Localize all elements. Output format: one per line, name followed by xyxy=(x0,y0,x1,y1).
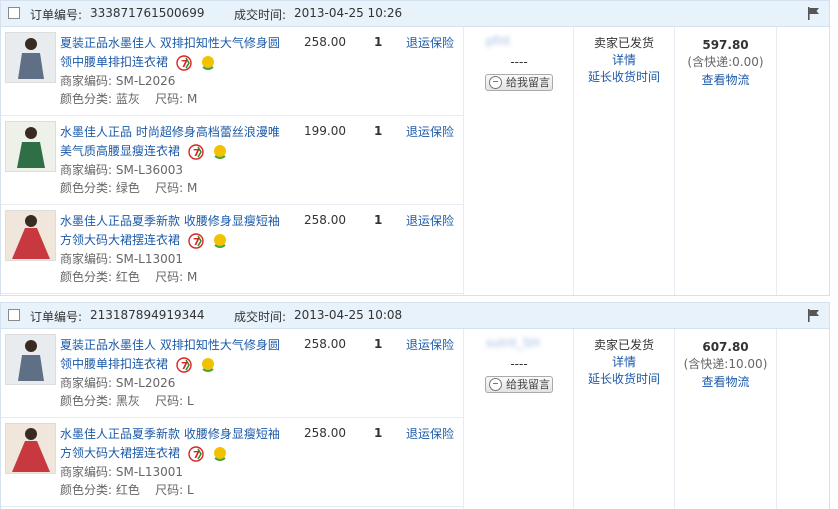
leave-message-button[interactable]: 给我留言 xyxy=(485,74,553,91)
product-thumbnail[interactable] xyxy=(5,334,56,385)
order-total: 607.80 xyxy=(702,340,749,354)
unit-price: 199.00 xyxy=(304,124,346,138)
order-select-checkbox[interactable] xyxy=(8,309,20,321)
quantity: 1 xyxy=(374,124,383,138)
product-title[interactable]: 水墨佳人正品夏季新款 收腰修身显瘦短袖方领大码大裙摆连衣裙 7 xyxy=(60,212,290,250)
flag-icon[interactable] xyxy=(807,309,821,322)
quantity: 1 xyxy=(374,213,383,227)
status-column: 卖家已发货 详情 延长收货时间 xyxy=(573,27,674,295)
seven-day-return-icon: 7 xyxy=(187,445,204,462)
unit-price: 258.00 xyxy=(304,213,346,227)
product-attributes: 颜色分类: 红色 尺码: L xyxy=(60,483,194,497)
actions-column xyxy=(776,27,829,295)
return-insurance-link[interactable]: 退运保险 xyxy=(406,212,454,229)
order-card: 订单编号: 333871761500699 成交时间: 2013-04-25 1… xyxy=(0,0,830,296)
view-logistics-link[interactable]: 查看物流 xyxy=(675,71,776,88)
order-status: 卖家已发货 xyxy=(593,36,654,50)
product-sku: 商家编码: SM-L2026 xyxy=(60,376,176,390)
return-insurance-link[interactable]: 退运保险 xyxy=(406,123,454,140)
order-item: 夏装正品水墨佳人 双排扣知性大气修身圆领中腰单排扣连衣裙 7 商家编码: SM-… xyxy=(1,329,463,418)
product-title[interactable]: 夏装正品水墨佳人 双排扣知性大气修身圆领中腰单排扣连衣裙 7 xyxy=(60,34,290,72)
product-title[interactable]: 水墨佳人正品夏季新款 收腰修身显瘦短袖方领大码大裙摆连衣裙 7 xyxy=(60,425,290,463)
return-insurance-link[interactable]: 退运保险 xyxy=(406,336,454,353)
quantity: 1 xyxy=(374,426,383,440)
guarantee-icon xyxy=(200,55,216,71)
seven-day-return-icon: 7 xyxy=(187,143,204,160)
detail-link[interactable]: 详情 xyxy=(574,354,674,371)
buyer-name[interactable]: pfnt xyxy=(486,34,548,50)
total-column: 597.80 (含快递:0.00) 查看物流 xyxy=(674,27,776,295)
product-attributes: 颜色分类: 蓝灰 尺码: M xyxy=(60,92,198,106)
view-logistics-link[interactable]: 查看物流 xyxy=(675,373,776,390)
guarantee-icon xyxy=(212,233,228,249)
buyer-remark: ---- xyxy=(510,55,528,69)
order-card: 订单编号: 213187894919344 成交时间: 2013-04-25 1… xyxy=(0,302,830,509)
extend-receipt-link[interactable]: 延长收货时间 xyxy=(574,69,674,86)
return-insurance-link[interactable]: 退运保险 xyxy=(406,425,454,442)
product-thumbnail[interactable] xyxy=(5,121,56,172)
guarantee-icon xyxy=(212,144,228,160)
order-body: 夏装正品水墨佳人 双排扣知性大气修身圆领中腰单排扣连衣裙 7 商家编码: SM-… xyxy=(1,329,829,509)
product-attributes: 颜色分类: 黑灰 尺码: L xyxy=(60,394,194,408)
guarantee-icon xyxy=(212,446,228,462)
buyer-name[interactable]: sutnt_SH xyxy=(486,336,548,352)
seven-day-return-icon: 7 xyxy=(175,54,192,71)
product-thumbnail[interactable] xyxy=(5,32,56,83)
leave-message-button[interactable]: 给我留言 xyxy=(485,376,553,393)
order-no: 213187894919344 xyxy=(90,308,205,322)
message-icon xyxy=(489,76,502,89)
extend-receipt-link[interactable]: 延长收货时间 xyxy=(574,371,674,388)
order-header: 订单编号: 333871761500699 成交时间: 2013-04-25 1… xyxy=(1,1,829,27)
unit-price: 258.00 xyxy=(304,337,346,351)
guarantee-icon xyxy=(200,357,216,373)
deal-time-label: 成交时间: xyxy=(234,8,287,22)
seven-day-return-icon: 7 xyxy=(175,356,192,373)
product-sku: 商家编码: SM-L36003 xyxy=(60,163,184,177)
unit-price: 258.00 xyxy=(304,426,346,440)
order-select-checkbox[interactable] xyxy=(8,7,20,19)
order-item: 水墨佳人正品夏季新款 收腰修身显瘦短袖方领大码大裙摆连衣裙 7 商家编码: SM… xyxy=(1,418,463,507)
buyer-column: pfnt ---- 给我留言 xyxy=(463,27,573,295)
product-attributes: 颜色分类: 红色 尺码: M xyxy=(60,270,198,284)
product-sku: 商家编码: SM-L13001 xyxy=(60,252,184,266)
product-title[interactable]: 夏装正品水墨佳人 双排扣知性大气修身圆领中腰单排扣连衣裙 7 xyxy=(60,336,290,374)
product-thumbnail[interactable] xyxy=(5,210,56,261)
order-item: 水墨佳人正品夏季新款 收腰修身显瘦短袖方领大码大裙摆连衣裙 7 商家编码: SM… xyxy=(1,205,463,294)
seven-day-return-icon: 7 xyxy=(187,232,204,249)
flag-icon[interactable] xyxy=(807,7,821,20)
actions-column xyxy=(776,329,829,509)
shipping-fee: (含快递:0.00) xyxy=(687,55,764,69)
deal-time-label: 成交时间: xyxy=(234,310,287,324)
deal-time: 2013-04-25 10:26 xyxy=(294,6,403,20)
quantity: 1 xyxy=(374,35,383,49)
buyer-column: sutnt_SH ---- 给我留言 xyxy=(463,329,573,509)
total-column: 607.80 (含快递:10.00) 查看物流 xyxy=(674,329,776,509)
return-insurance-link[interactable]: 退运保险 xyxy=(406,34,454,51)
product-thumbnail[interactable] xyxy=(5,423,56,474)
unit-price: 258.00 xyxy=(304,35,346,49)
order-no: 333871761500699 xyxy=(90,6,205,20)
order-total: 597.80 xyxy=(702,38,749,52)
deal-time: 2013-04-25 10:08 xyxy=(294,308,403,322)
product-attributes: 颜色分类: 绿色 尺码: M xyxy=(60,181,198,195)
order-no-label: 订单编号: xyxy=(30,310,83,324)
product-sku: 商家编码: SM-L13001 xyxy=(60,465,184,479)
order-header: 订单编号: 213187894919344 成交时间: 2013-04-25 1… xyxy=(1,303,829,329)
shipping-fee: (含快递:10.00) xyxy=(683,357,768,371)
product-title[interactable]: 水墨佳人正品 时尚超修身高档蕾丝浪漫唯美气质高腰显瘦连衣裙 7 xyxy=(60,123,290,161)
order-item: 水墨佳人正品 时尚超修身高档蕾丝浪漫唯美气质高腰显瘦连衣裙 7 商家编码: SM… xyxy=(1,116,463,205)
order-item: 夏装正品水墨佳人 双排扣知性大气修身圆领中腰单排扣连衣裙 7 商家编码: SM-… xyxy=(1,27,463,116)
order-status: 卖家已发货 xyxy=(593,338,654,352)
detail-link[interactable]: 详情 xyxy=(574,52,674,69)
quantity: 1 xyxy=(374,337,383,351)
order-no-label: 订单编号: xyxy=(30,8,83,22)
message-icon xyxy=(489,378,502,391)
product-sku: 商家编码: SM-L2026 xyxy=(60,74,176,88)
buyer-remark: ---- xyxy=(510,357,528,371)
order-body: 夏装正品水墨佳人 双排扣知性大气修身圆领中腰单排扣连衣裙 7 商家编码: SM-… xyxy=(1,27,829,295)
status-column: 卖家已发货 详情 延长收货时间 xyxy=(573,329,674,509)
